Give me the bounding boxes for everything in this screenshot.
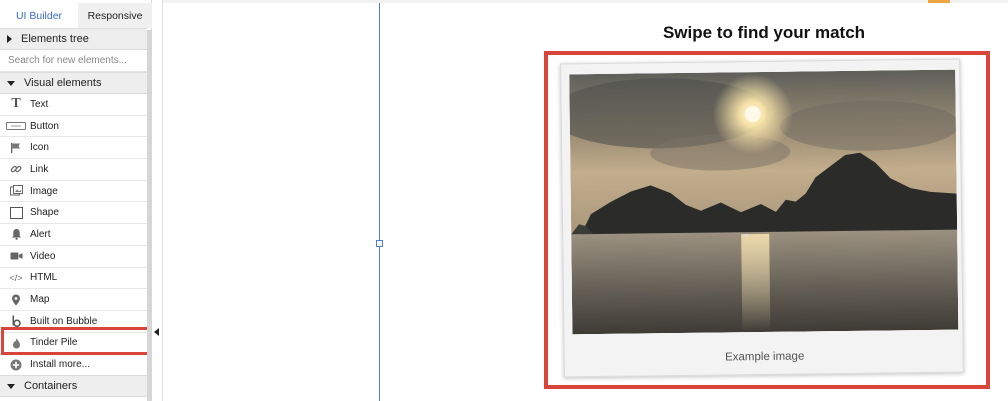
flame-icon bbox=[9, 336, 23, 350]
sidebar-item-shape[interactable]: Shape bbox=[0, 202, 147, 225]
visual-elements-list: T Text Button Icon Link Image Shape Aler… bbox=[0, 94, 147, 376]
sidebar-item-label: Built on Bubble bbox=[30, 315, 98, 327]
sidebar-item-html[interactable]: </> HTML bbox=[0, 268, 147, 290]
top-ruler bbox=[163, 0, 1008, 3]
tinder-card[interactable]: Example image bbox=[560, 58, 964, 378]
sidebar: UI Builder Responsive Elements tree Visu… bbox=[0, 0, 152, 401]
video-icon bbox=[9, 249, 23, 263]
sidebar-item-label: Tinder Pile bbox=[30, 337, 78, 349]
image-icon bbox=[9, 184, 23, 198]
sidebar-tabs: UI Builder Responsive bbox=[0, 3, 152, 28]
tab-ui-builder[interactable]: UI Builder bbox=[0, 3, 78, 28]
bubble-logo-icon bbox=[9, 314, 23, 328]
flag-icon bbox=[9, 141, 23, 155]
example-photo bbox=[569, 69, 959, 335]
sidebar-item-link[interactable]: Link bbox=[0, 159, 147, 181]
page-marker bbox=[928, 0, 950, 3]
sidebar-item-label: Map bbox=[30, 294, 50, 306]
collapse-sidebar-arrow-icon[interactable] bbox=[154, 328, 159, 336]
sidebar-item-tinder-pile[interactable]: Tinder Pile bbox=[0, 333, 147, 355]
plus-circle-icon bbox=[9, 358, 23, 372]
sidebar-item-label: Alert bbox=[30, 228, 51, 240]
text-icon: T bbox=[11, 96, 21, 112]
code-icon: </> bbox=[9, 272, 23, 283]
visual-elements-header[interactable]: Visual elements bbox=[0, 72, 147, 94]
bell-icon bbox=[9, 227, 23, 241]
sidebar-item-text[interactable]: T Text bbox=[0, 94, 147, 116]
sidebar-item-alert[interactable]: Alert bbox=[0, 224, 147, 246]
shape-icon bbox=[9, 206, 23, 220]
map-pin-icon bbox=[9, 293, 23, 307]
card-caption: Example image bbox=[724, 350, 805, 364]
sidebar-item-icon[interactable]: Icon bbox=[0, 137, 147, 160]
triangle-right-icon bbox=[7, 35, 12, 43]
sidebar-item-label: HTML bbox=[30, 272, 58, 284]
sidebar-item-label: Icon bbox=[30, 142, 49, 154]
elements-tree-label: Elements tree bbox=[21, 33, 89, 45]
link-icon bbox=[9, 162, 23, 176]
sidebar-item-label: Video bbox=[30, 250, 56, 262]
page-canvas: Swipe to find your match Example image bbox=[162, 0, 1008, 401]
sidebar-item-button[interactable]: Button bbox=[0, 116, 147, 138]
sidebar-item-built-on-bubble[interactable]: Built on Bubble bbox=[0, 311, 147, 333]
page-title: Swipe to find your match bbox=[662, 23, 866, 42]
triangle-down-icon bbox=[7, 80, 15, 86]
sidebar-item-label: Text bbox=[30, 98, 49, 110]
guide-resize-handle[interactable] bbox=[376, 240, 383, 247]
sidebar-item-label: Button bbox=[30, 120, 59, 132]
containers-header[interactable]: Containers bbox=[0, 375, 147, 397]
sidebar-item-label: Install more... bbox=[30, 359, 91, 371]
sidebar-item-label: Shape bbox=[30, 207, 59, 219]
triangle-down-icon bbox=[7, 383, 15, 389]
vertical-guide-line[interactable] bbox=[379, 3, 380, 401]
sidebar-item-label: Image bbox=[30, 185, 58, 197]
button-icon bbox=[6, 119, 26, 133]
sidebar-scrollbar[interactable] bbox=[147, 30, 152, 401]
sidebar-item-map[interactable]: Map bbox=[0, 289, 147, 311]
sidebar-item-label: Link bbox=[30, 163, 49, 175]
elements-tree-header[interactable]: Elements tree bbox=[0, 28, 147, 50]
sidebar-item-image[interactable]: Image bbox=[0, 181, 147, 203]
visual-elements-label: Visual elements bbox=[24, 77, 102, 89]
search-elements-input[interactable] bbox=[0, 50, 147, 72]
containers-label: Containers bbox=[24, 380, 78, 392]
sidebar-item-install-more[interactable]: Install more... bbox=[0, 354, 147, 376]
sidebar-item-video[interactable]: Video bbox=[0, 246, 147, 268]
tab-responsive[interactable]: Responsive bbox=[78, 3, 152, 28]
